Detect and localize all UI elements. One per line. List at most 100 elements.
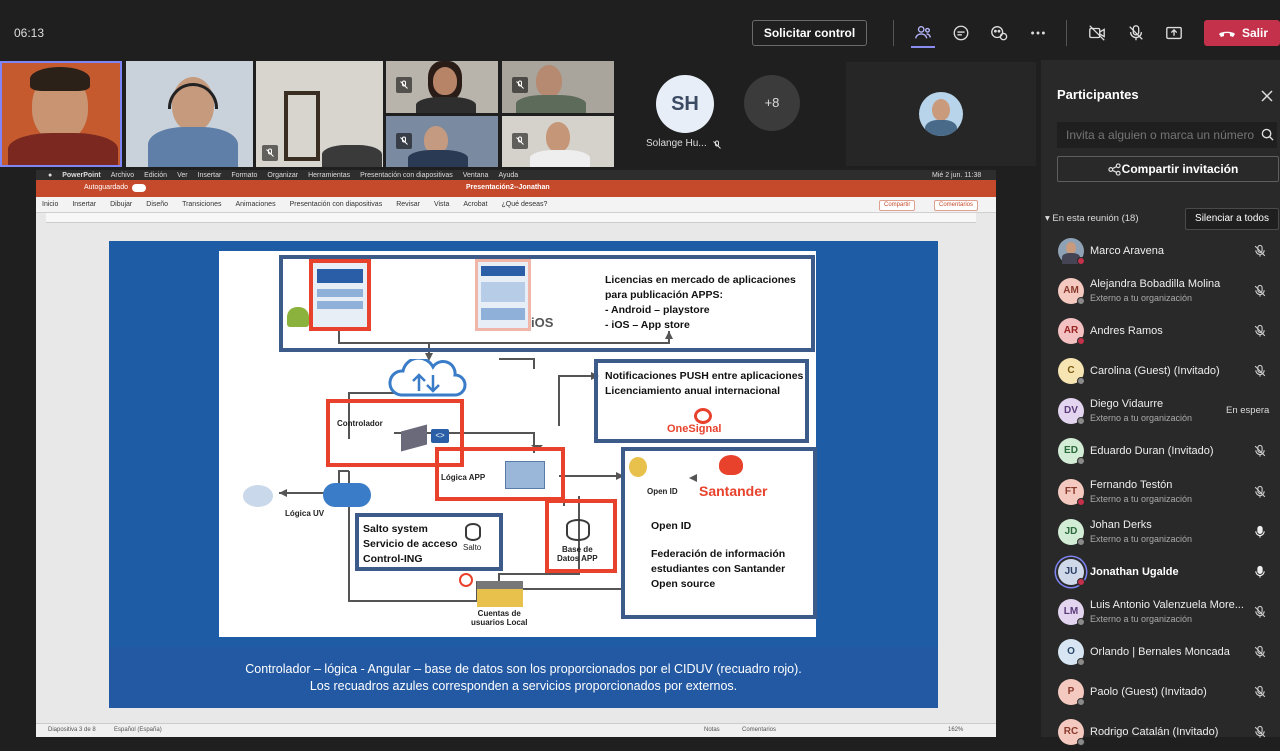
mic-icon[interactable] [1253,525,1267,539]
participant-video-tile[interactable] [386,61,498,113]
slide-counter: Diapositiva 3 de 8 [48,727,96,733]
muted-mic-icon[interactable] [1253,485,1267,499]
participant-name: Paolo (Guest) (Invitado) [1090,686,1207,699]
mac-menu-item: Herramientas [308,171,351,179]
request-control-button[interactable]: Solicitar control [752,20,867,46]
participant-row[interactable]: DV Diego Vidaurre Externo a tu organizació… [1041,390,1280,430]
participant-row[interactable]: JU Jonathan Ugalde [1041,551,1280,591]
chat-icon[interactable] [948,20,974,46]
participant-name: Jonathan Ugalde [1090,565,1179,578]
participant-row[interactable]: ED Eduardo Duran (Invitado) [1041,430,1280,470]
mac-menu-item: Edición [144,171,168,179]
apps-item-ios: - iOS – App store [605,319,690,331]
mic-icon[interactable] [1253,565,1267,579]
participant-row[interactable]: FT Fernando Testón Externo a tu organizaci… [1041,471,1280,511]
muted-mic-icon[interactable] [1253,284,1267,298]
mic-off-icon[interactable] [1123,20,1149,46]
reactions-icon[interactable] [986,20,1012,46]
participant-body [8,133,118,165]
participant-avatar: DV [1058,398,1085,426]
participant-video-tile[interactable] [256,61,383,167]
participant-row[interactable]: LM Luis Antonio Valenzuela More... Externo… [1041,591,1280,631]
muted-mic-icon [396,77,412,93]
database-icon [566,519,590,541]
logic-uv-label: Lógica UV [285,509,325,518]
onesignal-icon [694,408,712,424]
muted-mic-icon[interactable] [1253,244,1267,258]
share-tray-icon[interactable] [1161,20,1187,46]
database-label: Base de Datos APP [557,545,598,563]
participant-row[interactable]: AR Andres Ramos [1041,310,1280,350]
local-users-db-icon [477,581,523,607]
muted-mic-icon[interactable] [1253,324,1267,338]
ios-label: iOS [531,315,554,330]
participant-row[interactable]: AM Alejandra Bobadilla Molina Externo a tu… [1041,270,1280,310]
participant-video-tile[interactable] [126,61,253,167]
mac-menu-item: Organizar [267,171,299,179]
autosave-toggle [132,184,146,192]
participant-row[interactable]: JD Johan Derks Externo a tu organización [1041,511,1280,551]
ribbon-tab: Insertar [72,201,97,208]
key-icon [629,457,647,477]
apps-title: Licencias en mercado de aplicaciones [605,274,796,286]
muted-mic-icon[interactable] [1253,645,1267,659]
participant-body [148,127,238,167]
ribbon-tab: Inicio [42,201,59,208]
db-line2: Datos APP [557,554,598,563]
participant-avatar: C [1058,358,1085,386]
participant-name: Fernando Testón [1090,478,1173,491]
ios-app-screenshot [475,259,531,331]
self-video-preview[interactable] [846,62,1036,166]
leave-button[interactable]: Salir [1204,20,1280,46]
mac-menu-item: Archivo [110,171,135,179]
local-users-line2: usuarios Local [471,618,528,627]
participant-row[interactable]: P Paolo (Guest) (Invitado) [1041,671,1280,711]
close-icon[interactable] [1260,89,1274,103]
participant-video-tile[interactable] [502,61,614,113]
muted-mic-icon[interactable] [1253,605,1267,619]
mac-clock: Mié 2 jun. 11:38 [932,171,982,179]
android-app-screenshot [309,259,371,331]
invite-search-input[interactable] [1057,122,1277,148]
share-invite-button[interactable]: Compartir invitación [1057,156,1279,182]
participant-row[interactable]: C Carolina (Guest) (Invitado) [1041,350,1280,390]
mute-all-button[interactable]: Silenciar a todos [1185,208,1279,230]
db-line1: Base de [561,545,593,554]
fed-line2: estudiantes con Santander [651,563,786,575]
participant-row[interactable]: RC Rodrigo Catalán (Invitado) [1041,711,1280,751]
slide: iOS Licencias en mercado de aplicaciones… [109,241,938,708]
participant-video-tile[interactable] [0,61,122,167]
participant-avatar[interactable]: SH [656,75,714,133]
avatar-initials: JU [1064,565,1078,577]
participant-row[interactable]: O Orlando | Bernales Moncada [1041,631,1280,671]
camera-off-icon[interactable] [1084,20,1110,46]
participant-name: Eduardo Duran (Invitado) [1090,445,1214,458]
participant-body [408,150,468,167]
mac-menu-item: Ventana [462,171,489,179]
muted-mic-icon[interactable] [1253,725,1267,739]
muted-mic-icon[interactable] [1253,364,1267,378]
salto-line1: Salto system [363,523,428,535]
muted-mic-icon [512,133,528,149]
muted-mic-icon[interactable] [1253,685,1267,699]
slide-diagram: iOS Licencias en mercado de aplicaciones… [219,251,817,637]
local-users-label: Cuentas de usuarios Local [471,609,527,627]
presence-status-icon [1077,537,1085,546]
ribbon-tab: Diseño [146,201,169,208]
in-meeting-section-toggle[interactable]: ▾ En esta reunión (18) [1045,213,1139,224]
search-icon[interactable] [1261,128,1274,141]
participants-panel: Participantes Compartir invitación ▾ En … [1041,60,1280,747]
more-participants-button[interactable]: +8 [744,75,800,131]
presence-status-icon [1077,297,1085,306]
toolbar-divider [1066,20,1067,46]
presence-status-icon [1077,617,1085,626]
participant-name: Alejandra Bobadilla Molina [1090,278,1221,291]
avatar-initials: DV [1064,405,1078,417]
muted-mic-icon[interactable] [1253,444,1267,458]
more-options-icon[interactable] [1025,20,1051,46]
participant-video-tile[interactable] [386,116,498,167]
participant-video-tile[interactable] [502,116,614,167]
participant-avatar: ED [1058,438,1085,466]
participants-icon[interactable] [910,20,936,46]
participant-row[interactable]: Marco Aravena [1041,230,1280,270]
